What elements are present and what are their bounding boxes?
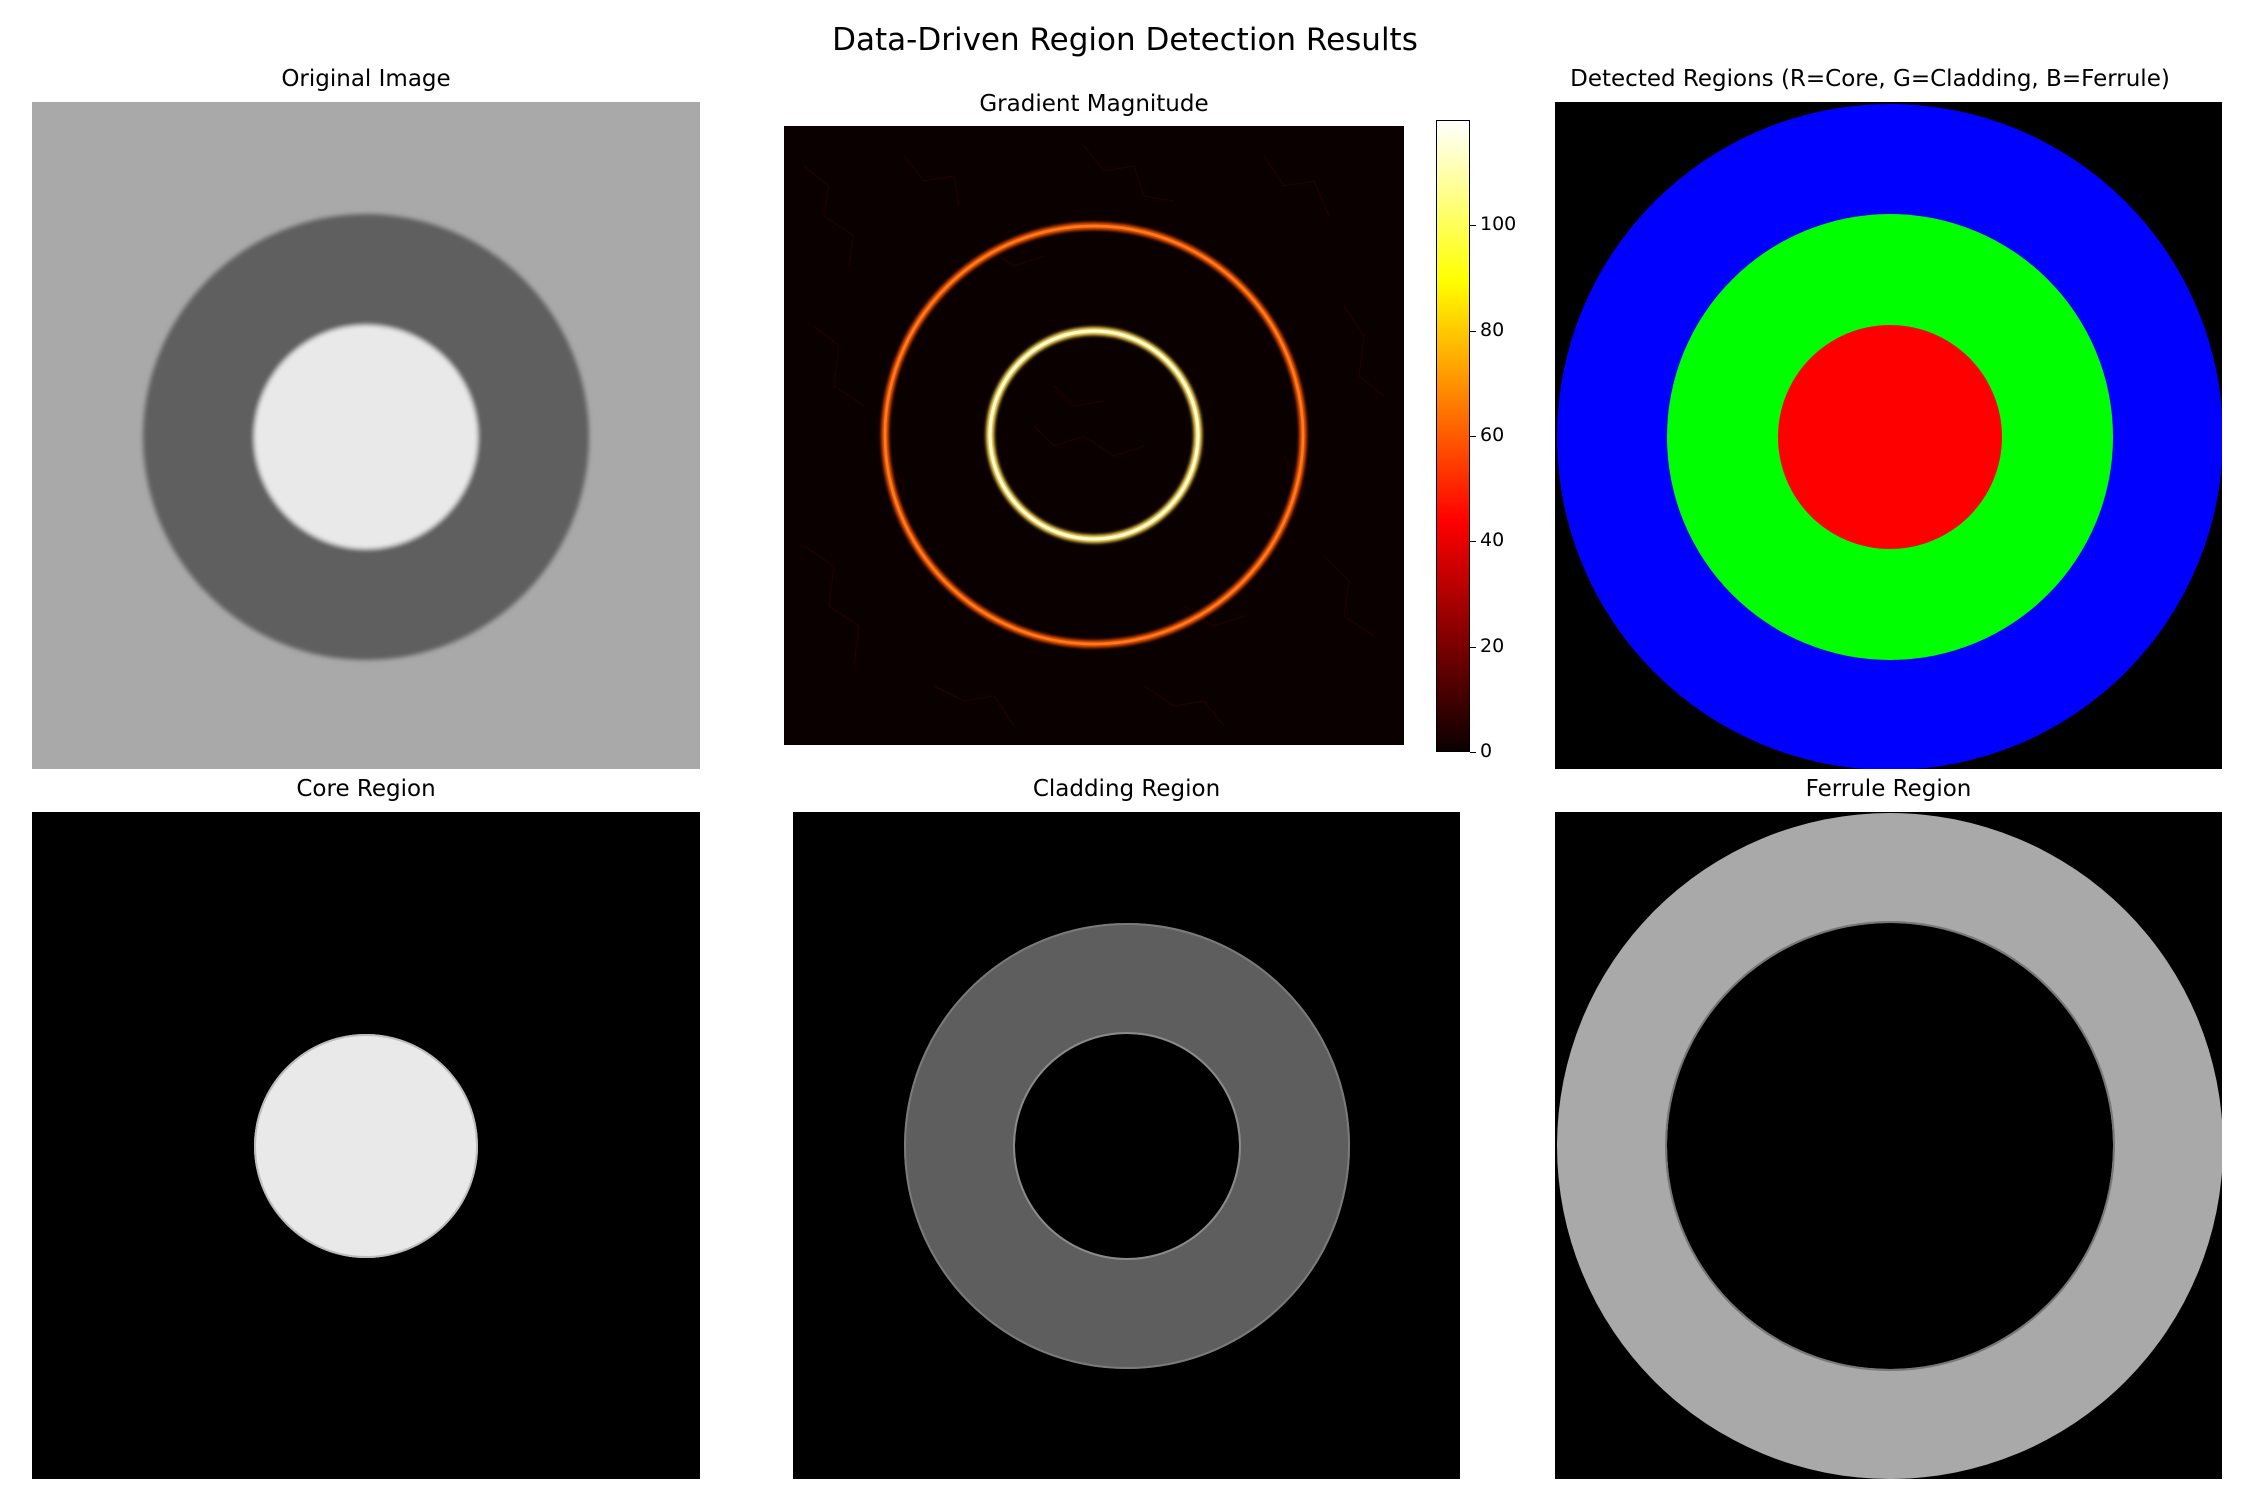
cladding-hole — [1015, 1034, 1239, 1258]
colorbar-tick-mark — [1470, 752, 1476, 753]
colorbar-tick-label: 80 — [1480, 319, 1505, 341]
colorbar-tick-mark — [1470, 647, 1476, 648]
panel-title-gradient: Gradient Magnitude — [979, 91, 1209, 117]
ferrule-region-panel — [1555, 812, 2222, 1479]
cladding-region-panel — [793, 812, 1460, 1479]
gradient-colorbar — [1436, 120, 1470, 752]
colorbar-tick-mark — [1470, 436, 1476, 437]
figure-title: Data-Driven Region Detection Results — [832, 22, 1418, 58]
gradient-background — [784, 126, 1404, 745]
panel-title-detected: Detected Regions (R=Core, G=Cladding, B=… — [1570, 66, 2170, 92]
original-core — [254, 325, 478, 549]
ferrule-hole — [1667, 923, 2113, 1369]
detected-core-region — [1778, 325, 2002, 549]
colorbar-tick-label: 0 — [1480, 740, 1493, 762]
colorbar-tick-mark — [1470, 225, 1476, 226]
colorbar-tick-label: 100 — [1480, 213, 1517, 235]
gradient-magnitude-panel — [784, 126, 1404, 745]
colorbar-tick-mark — [1470, 331, 1476, 332]
core-region-panel — [32, 812, 700, 1479]
panel-title-core: Core Region — [296, 776, 436, 802]
colorbar-tick-label: 60 — [1480, 424, 1505, 446]
detected-regions-panel — [1555, 102, 2222, 769]
colorbar-tick-mark — [1470, 541, 1476, 542]
panel-title-cladding: Cladding Region — [1032, 776, 1221, 802]
original-image-panel — [32, 102, 700, 769]
panel-title-ferrule: Ferrule Region — [1805, 776, 1972, 802]
panel-title-original: Original Image — [281, 66, 451, 92]
colorbar-tick-label: 20 — [1480, 635, 1505, 657]
colorbar-tick-label: 40 — [1480, 529, 1505, 551]
